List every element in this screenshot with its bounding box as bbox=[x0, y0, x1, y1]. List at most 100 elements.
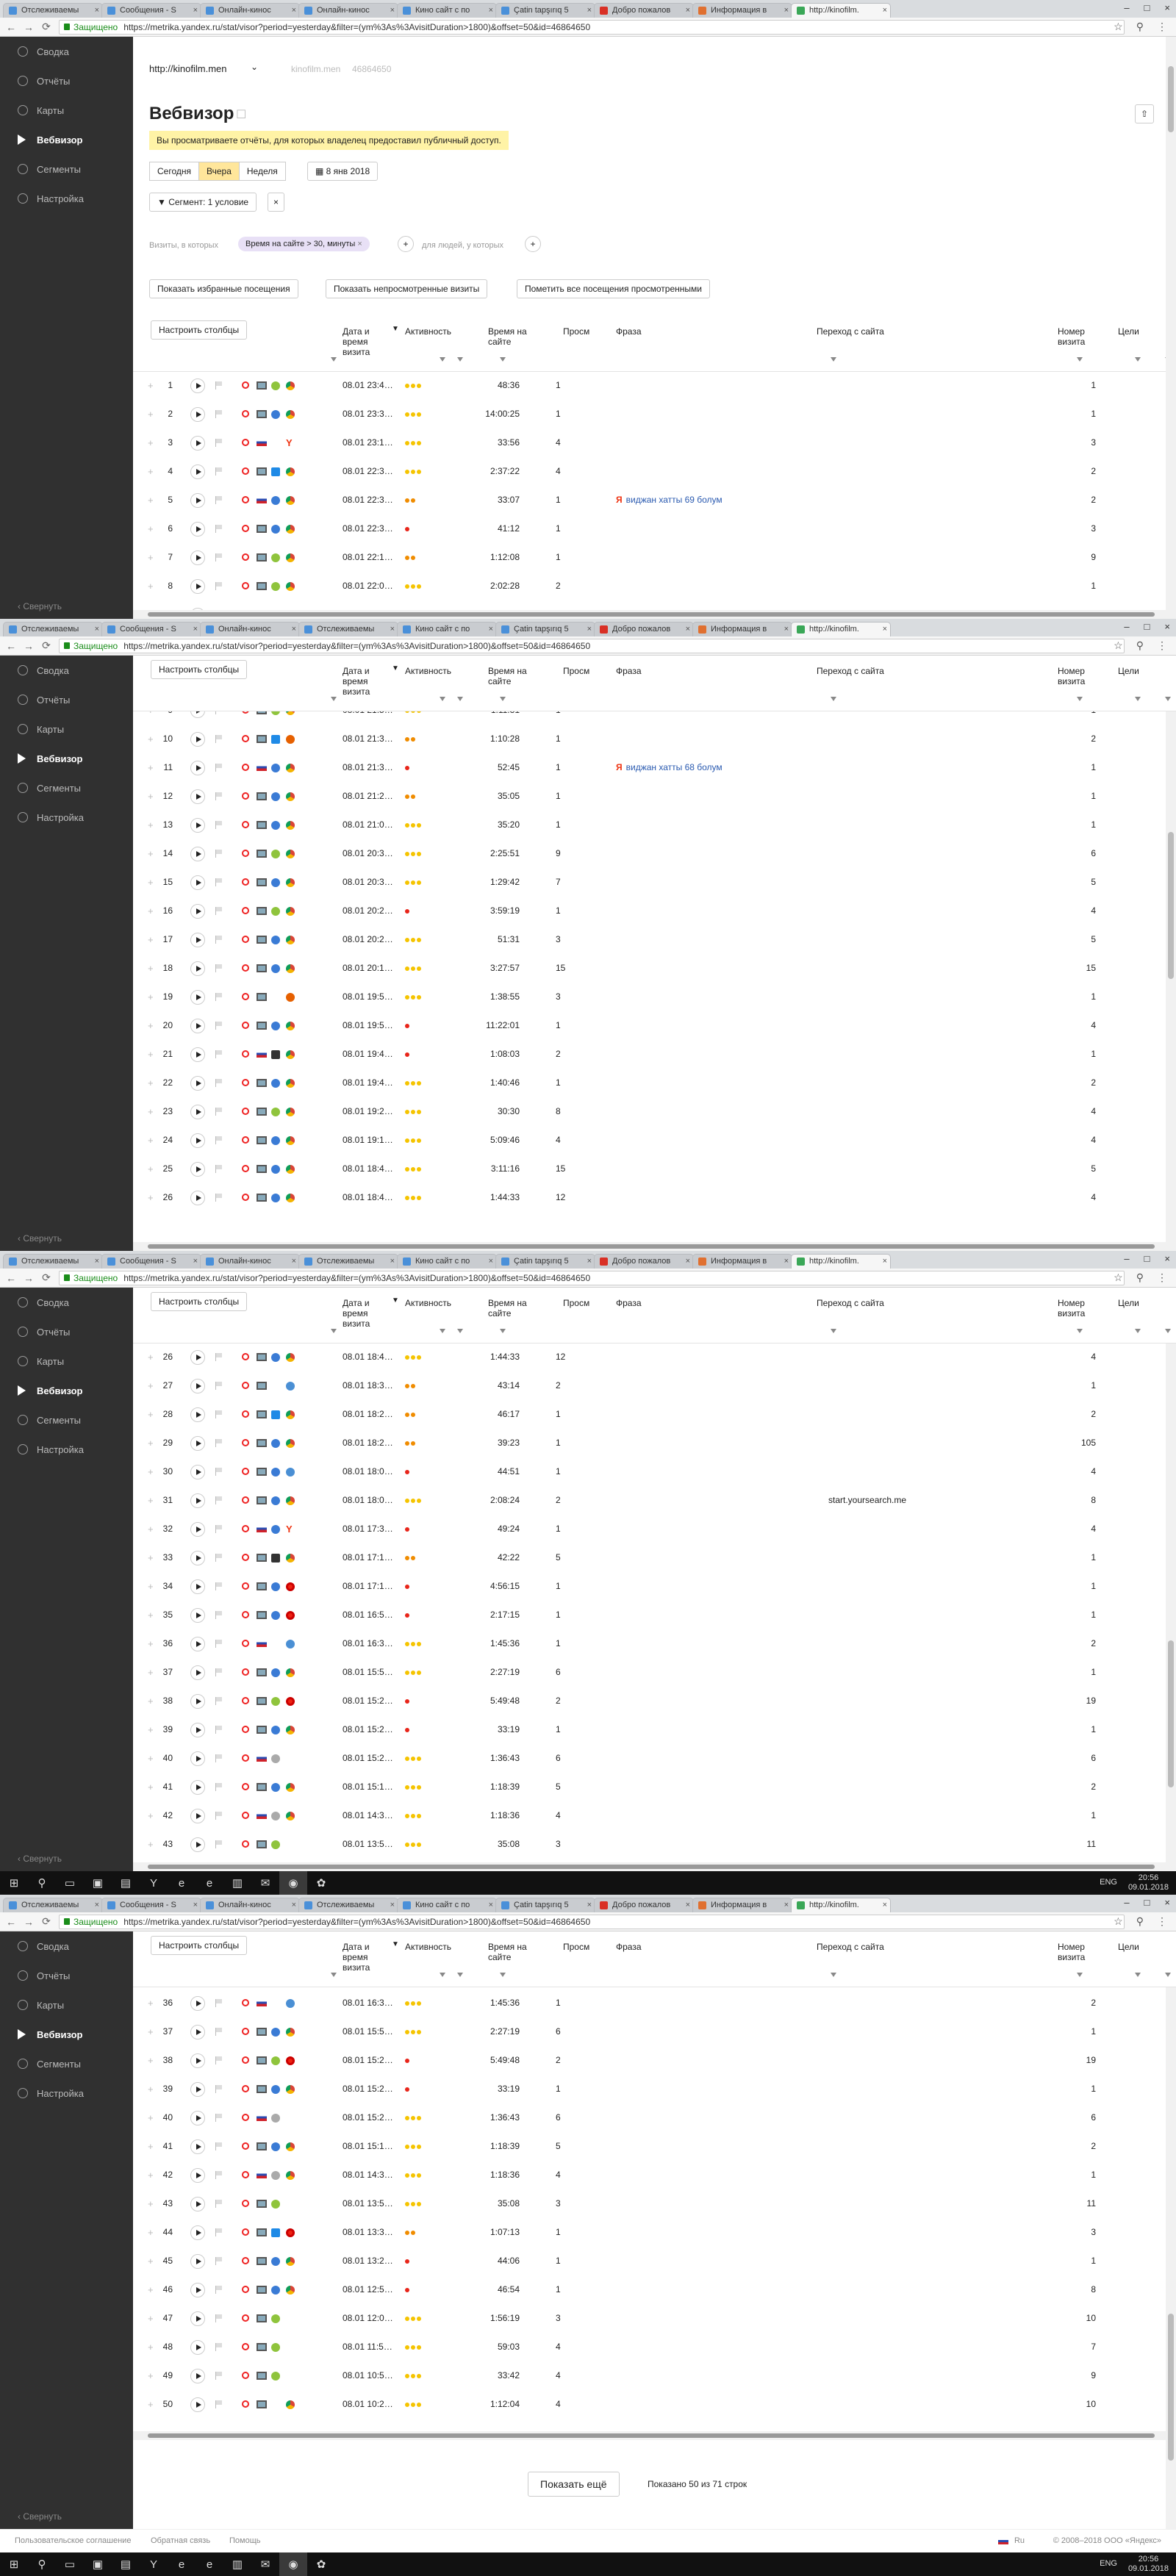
favorite-flag-icon[interactable] bbox=[215, 2142, 223, 2150]
app-icon[interactable]: ✿ bbox=[307, 2552, 335, 2576]
table-row[interactable]: +31 08.01 18:0… 2:08:24 2 start.yoursearch.m… bbox=[133, 1487, 1176, 1515]
reload-icon[interactable]: ⟳ bbox=[41, 21, 51, 33]
horizontal-scrollbar[interactable] bbox=[133, 1242, 1166, 1251]
filter-icon[interactable] bbox=[331, 1329, 337, 1333]
close-window-icon[interactable]: × bbox=[1164, 621, 1170, 632]
table-row[interactable]: +49 08.01 10:5… 33:42 4 9 bbox=[133, 2362, 1176, 2391]
search-icon[interactable]: ⚲ bbox=[28, 1871, 56, 1895]
sidebar-item[interactable]: Отчёты bbox=[0, 66, 133, 96]
table-row[interactable]: +37 08.01 15:5… 2:27:19 6 1 bbox=[133, 2018, 1176, 2047]
sidebar-item[interactable]: Сегменты bbox=[0, 773, 133, 803]
sidebar-item[interactable]: Сегменты bbox=[0, 2049, 133, 2078]
add-user-condition-button[interactable]: + bbox=[525, 236, 541, 252]
filter-icon[interactable] bbox=[1135, 697, 1141, 701]
expand-row-icon[interactable]: + bbox=[148, 1192, 154, 1203]
filter-icon[interactable] bbox=[500, 1329, 506, 1333]
table-row[interactable]: +47 08.01 12:0… 1:56:19 3 10 bbox=[133, 2305, 1176, 2333]
sidebar-item[interactable]: Карты bbox=[0, 96, 133, 125]
browser-tab[interactable]: Сообщения - S × bbox=[101, 622, 201, 636]
favorite-flag-icon[interactable] bbox=[215, 1382, 223, 1390]
url-field[interactable]: Защищено https://metrika.yandex.ru/stat/v… bbox=[59, 19, 1125, 35]
column-header-date[interactable]: Дата и время визита bbox=[343, 326, 383, 357]
browser-tab[interactable]: Добро пожалов × bbox=[594, 622, 694, 636]
expand-row-icon[interactable]: + bbox=[148, 1020, 154, 1031]
table-row[interactable]: +42 08.01 14:3… 1:18:36 4 1 bbox=[133, 1802, 1176, 1831]
filter-icon[interactable] bbox=[1165, 1329, 1171, 1333]
tab-close-icon[interactable]: × bbox=[292, 623, 296, 636]
export-icon[interactable]: ⇧ bbox=[1135, 104, 1154, 123]
start-icon[interactable]: ⊞ bbox=[0, 2552, 28, 2576]
filter-icon[interactable] bbox=[1135, 357, 1141, 362]
vertical-scrollbar[interactable] bbox=[1166, 656, 1176, 1251]
tab-close-icon[interactable]: × bbox=[390, 1255, 395, 1269]
play-recording-button[interactable] bbox=[190, 1133, 205, 1148]
favorite-flag-icon[interactable] bbox=[215, 878, 223, 886]
filter-icon[interactable] bbox=[1135, 1329, 1141, 1333]
play-recording-button[interactable] bbox=[190, 493, 205, 508]
app-icon[interactable]: ✿ bbox=[307, 1871, 335, 1895]
table-row[interactable]: +38 08.01 15:2… 5:49:48 2 19 bbox=[133, 2047, 1176, 2075]
column-header-referrer[interactable]: Переход с сайта bbox=[817, 1942, 934, 1952]
play-recording-button[interactable] bbox=[190, 1637, 205, 1651]
play-recording-button[interactable] bbox=[190, 1579, 205, 1594]
play-recording-button[interactable] bbox=[190, 1047, 205, 1062]
browser-tab[interactable]: Информация в × bbox=[692, 3, 792, 18]
favorite-flag-icon[interactable] bbox=[215, 1697, 223, 1705]
reload-icon[interactable]: ⟳ bbox=[41, 639, 51, 652]
vertical-scrollbar[interactable] bbox=[1166, 37, 1176, 619]
favorite-flag-icon[interactable] bbox=[215, 1582, 223, 1590]
ie-icon[interactable]: e bbox=[196, 1871, 223, 1895]
tab-close-icon[interactable]: × bbox=[784, 1255, 789, 1269]
favorite-flag-icon[interactable] bbox=[215, 553, 223, 562]
menu-icon[interactable]: ⋮ bbox=[1157, 1915, 1167, 1928]
horizontal-scrollbar-thumb[interactable] bbox=[148, 1244, 1155, 1249]
browser-tab[interactable]: Çatin tapşırıq 5 × bbox=[495, 1898, 595, 1912]
browser-tab[interactable]: http://kinofilm. × bbox=[791, 1898, 891, 1912]
tab-close-icon[interactable]: × bbox=[784, 623, 789, 636]
tab-close-icon[interactable]: × bbox=[489, 4, 493, 18]
filter-icon[interactable] bbox=[500, 1973, 506, 1977]
expand-row-icon[interactable]: + bbox=[148, 1049, 154, 1060]
tab-close-icon[interactable]: × bbox=[390, 4, 395, 18]
table-row[interactable]: +20 08.01 19:5… 11:22:01 1 4 bbox=[133, 1012, 1176, 1041]
column-header-date[interactable]: Дата и время визита bbox=[343, 1298, 383, 1329]
filter-icon[interactable] bbox=[500, 357, 506, 362]
table-row[interactable]: +12 08.01 21:2… 35:05 1 1 bbox=[133, 783, 1176, 811]
table-row[interactable]: +5 08.01 22:3… 33:07 1 Явиджан хатты 69 болу… bbox=[133, 487, 1176, 515]
filter-icon[interactable] bbox=[457, 357, 463, 362]
period-week-button[interactable]: Неделя bbox=[238, 162, 286, 181]
expand-row-icon[interactable]: + bbox=[148, 877, 154, 888]
filter-icon[interactable] bbox=[457, 1329, 463, 1333]
collapse-sidebar-button[interactable]: ‹ Свернуть bbox=[18, 2511, 62, 2522]
footer-link[interactable]: Пользовательское соглашение bbox=[15, 2536, 131, 2545]
filter-icon[interactable] bbox=[1077, 697, 1083, 701]
filter-icon[interactable] bbox=[500, 697, 506, 701]
filter-icon[interactable] bbox=[831, 697, 836, 701]
column-header-time-on-site[interactable]: Время на сайте bbox=[488, 1942, 539, 1962]
forward-icon[interactable]: → bbox=[24, 21, 34, 33]
expand-row-icon[interactable]: + bbox=[148, 1135, 154, 1146]
horizontal-scrollbar-thumb[interactable] bbox=[148, 612, 1155, 617]
column-header-time-on-site[interactable]: Время на сайте bbox=[488, 666, 539, 686]
sidebar-item[interactable]: Настройка bbox=[0, 2078, 133, 2108]
column-header-visit-number[interactable]: Номер визита bbox=[1058, 1942, 1094, 1962]
browser-tab[interactable]: http://kinofilm. × bbox=[791, 1254, 891, 1269]
table-row[interactable]: +35 08.01 16:5… 2:17:15 1 1 bbox=[133, 1601, 1176, 1630]
play-recording-button[interactable] bbox=[190, 1551, 205, 1565]
maximize-icon[interactable]: □ bbox=[1144, 2, 1150, 13]
play-recording-button[interactable] bbox=[190, 847, 205, 861]
tab-close-icon[interactable]: × bbox=[292, 4, 296, 18]
play-recording-button[interactable] bbox=[190, 904, 205, 919]
play-recording-button[interactable] bbox=[190, 1019, 205, 1033]
table-row[interactable]: +43 08.01 13:5… 35:08 3 11 bbox=[133, 2190, 1176, 2219]
sidebar-item[interactable]: Сводка bbox=[0, 656, 133, 685]
play-recording-button[interactable] bbox=[190, 732, 205, 747]
play-recording-button[interactable] bbox=[190, 1996, 205, 2011]
play-recording-button[interactable] bbox=[190, 2369, 205, 2383]
sidebar-item[interactable]: Настройка bbox=[0, 1435, 133, 1464]
expand-row-icon[interactable]: + bbox=[148, 2399, 154, 2410]
table-row[interactable]: +39 08.01 15:2… 33:19 1 1 bbox=[133, 2075, 1176, 2104]
column-header-goals[interactable]: Цели bbox=[1118, 326, 1147, 337]
play-recording-button[interactable] bbox=[190, 522, 205, 537]
expand-row-icon[interactable]: + bbox=[148, 2141, 154, 2152]
